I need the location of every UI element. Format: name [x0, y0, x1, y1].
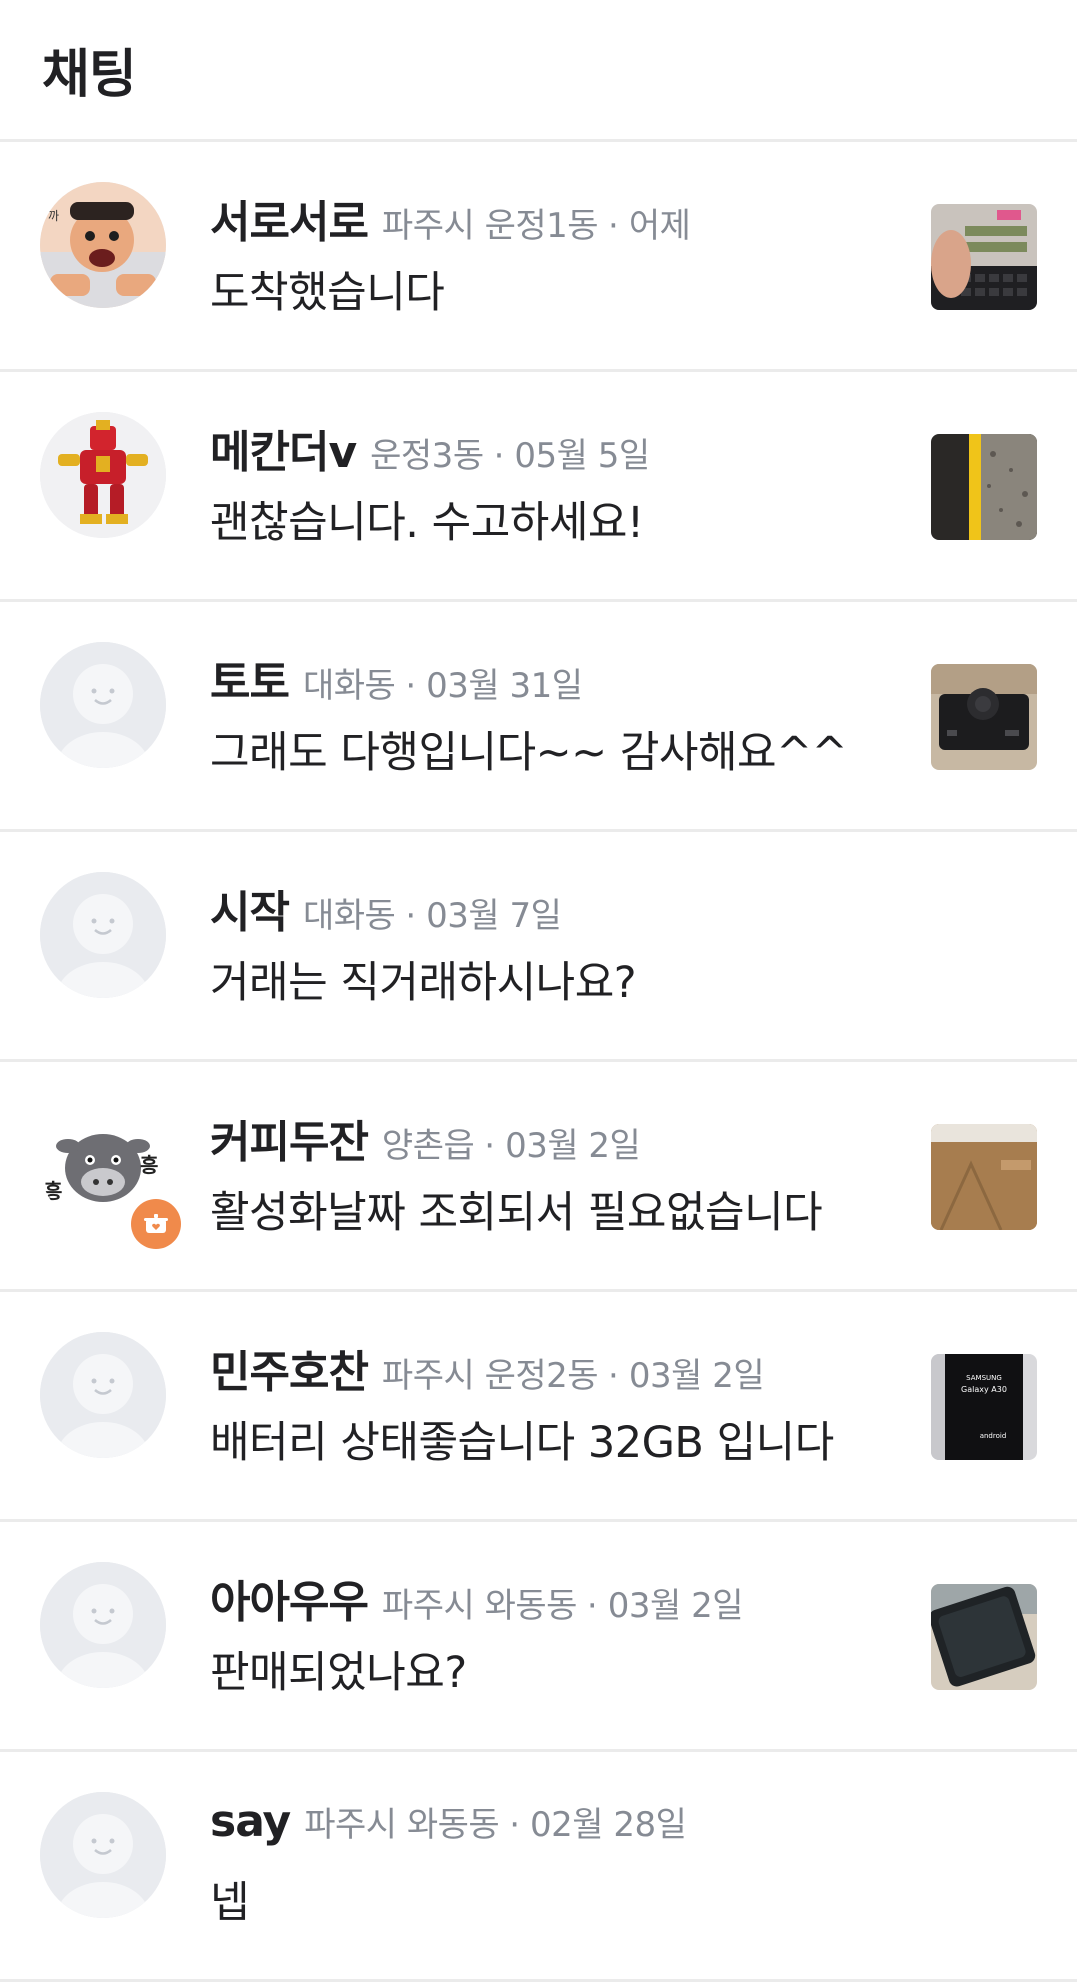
last-message: 그래도 다행입니다~~ 감사해요^^: [210, 728, 848, 778]
chat-row[interactable]: 토토 대화동 · 03월 31일 그래도 다행입니다~~ 감사해요^^: [0, 602, 1077, 832]
chat-row-text: 서로서로 파주시 운정1동 · 어제 도착했습니다: [210, 186, 877, 320]
separator-dot: ·: [484, 1126, 496, 1166]
location: 양촌읍: [381, 1126, 475, 1166]
last-message: 도착했습니다: [210, 268, 445, 318]
chat-row[interactable]: 아아우우 파주시 와동동 · 03월 2일 판매되었나요?: [0, 1522, 1077, 1752]
last-message: 넵: [210, 1878, 250, 1928]
last-message: 판매되었나요?: [210, 1648, 467, 1698]
robot-figure-avatar[interactable]: [40, 412, 166, 538]
timestamp: 03월 2일: [628, 1356, 765, 1396]
chat-row[interactable]: 흥 흥 커피두잔 양촌읍 · 03월 2일 활성화날짜 조회되서 필요없습니다: [0, 1062, 1077, 1292]
location: 운정3동: [370, 436, 484, 476]
svg-text:까: 까: [48, 209, 59, 223]
cardboard-box-photo[interactable]: [931, 1124, 1037, 1230]
location: 파주시 와동동: [304, 1805, 500, 1845]
chat-row-header: say 파주시 와동동 · 02월 28일: [210, 1796, 877, 1852]
last-message: 배터리 상태좋습니다 32GB 입니다: [210, 1418, 834, 1468]
separator-dot: ·: [493, 436, 505, 476]
chat-row-text: 커피두잔 양촌읍 · 03월 2일 활성화날짜 조회되서 필요없습니다: [210, 1106, 877, 1240]
timestamp: 02월 28일: [530, 1805, 687, 1845]
chat-row[interactable]: 시작 대화동 · 03월 7일 거래는 직거래하시나요?: [0, 832, 1077, 1062]
separator-dot: ·: [586, 1586, 598, 1626]
chat-row-text: say 파주시 와동동 · 02월 28일 넵: [210, 1796, 877, 1930]
chat-row-header: 아아우우 파주시 와동동 · 03월 2일: [210, 1566, 877, 1628]
default-avatar[interactable]: [40, 1332, 166, 1458]
chat-row-text: 토토 대화동 · 03월 31일 그래도 다행입니다~~ 감사해요^^: [210, 646, 877, 780]
separator-dot: ·: [405, 666, 417, 706]
location: 파주시 와동동: [381, 1586, 578, 1626]
samsung-galaxy-box-photo[interactable]: SAMSUNG Galaxy A30 android: [931, 1354, 1037, 1460]
chat-row[interactable]: 메칸더v 운정3동 · 05월 5일 괜찮습니다. 수고하세요!: [0, 372, 1077, 602]
chat-row-header: 토토 대화동 · 03월 31일: [210, 646, 877, 708]
chat-row-header: 커피두잔 양촌읍 · 03월 2일: [210, 1106, 877, 1168]
location: 파주시 운정2동: [381, 1356, 599, 1396]
nickname: 시작: [210, 887, 290, 938]
last-message: 거래는 직거래하시나요?: [210, 958, 637, 1008]
default-avatar[interactable]: [40, 642, 166, 768]
nickname: 서로서로: [210, 197, 369, 248]
box-brand-text: SAMSUNG: [966, 1374, 1002, 1382]
chat-list: 까 서로서로 파주시 운정1동 · 어제 도착했습니다 메칸더v 운정3동 · …: [0, 142, 1077, 1982]
chat-row-header: 민주호찬 파주시 운정2동 · 03월 2일: [210, 1336, 877, 1398]
nickname: 커피두잔: [210, 1117, 369, 1168]
chat-row[interactable]: say 파주시 와동동 · 02월 28일 넵: [0, 1752, 1077, 1982]
separator-dot: ·: [608, 1356, 619, 1396]
cartoon-man-avatar[interactable]: 까: [40, 182, 166, 308]
svg-text:흥: 흥: [44, 1179, 62, 1203]
chat-row-header: 시작 대화동 · 03월 7일: [210, 876, 877, 938]
nickname: 토토: [210, 657, 290, 708]
page-title: 채팅: [42, 45, 137, 105]
svg-text:흥: 흥: [140, 1153, 158, 1177]
timestamp: 03월 2일: [505, 1126, 641, 1166]
location: 파주시 운정1동: [381, 206, 599, 246]
last-message: 활성화날짜 조회되서 필요없습니다: [210, 1188, 823, 1238]
chat-row-text: 메칸더v 운정3동 · 05월 5일 괜찮습니다. 수고하세요!: [210, 416, 877, 550]
chat-row-header: 서로서로 파주시 운정1동 · 어제: [210, 186, 877, 248]
memory-module-photo[interactable]: [931, 204, 1037, 310]
nickname: 아아우우: [210, 1577, 369, 1628]
default-avatar[interactable]: [40, 1562, 166, 1688]
timestamp: 03월 31일: [426, 666, 583, 706]
last-message: 괜찮습니다. 수고하세요!: [210, 498, 644, 548]
separator-dot: ·: [405, 896, 417, 936]
chat-row-text: 시작 대화동 · 03월 7일 거래는 직거래하시나요?: [210, 876, 877, 1010]
default-avatar[interactable]: [40, 1792, 166, 1918]
box-os-text: android: [980, 1432, 1007, 1440]
badge: [127, 1195, 185, 1253]
chat-header: 채팅: [0, 0, 1077, 142]
location: 대화동: [302, 666, 396, 706]
timestamp: 03월 7일: [426, 896, 562, 936]
default-avatar[interactable]: [40, 872, 166, 998]
chat-row[interactable]: 까 서로서로 파주시 운정1동 · 어제 도착했습니다: [0, 142, 1077, 372]
location: 대화동: [302, 896, 396, 936]
chat-row-header: 메칸더v 운정3동 · 05월 5일: [210, 416, 877, 478]
yellow-rod-photo[interactable]: [931, 434, 1037, 540]
nickname: say: [210, 1796, 291, 1847]
orange-pot-badge: [131, 1199, 181, 1249]
black-device-photo[interactable]: [931, 664, 1037, 770]
chat-row-text: 아아우우 파주시 와동동 · 03월 2일 판매되었나요?: [210, 1566, 877, 1700]
timestamp: 05월 5일: [514, 436, 650, 476]
separator-dot: ·: [509, 1805, 521, 1845]
chat-row[interactable]: 민주호찬 파주시 운정2동 · 03월 2일 배터리 상태좋습니다 32GB 입…: [0, 1292, 1077, 1522]
chat-row-text: 민주호찬 파주시 운정2동 · 03월 2일 배터리 상태좋습니다 32GB 입…: [210, 1336, 877, 1470]
separator-dot: ·: [608, 206, 619, 246]
nickname: 메칸더v: [210, 427, 357, 478]
box-model-text: Galaxy A30: [961, 1385, 1007, 1394]
timestamp: 어제: [628, 206, 691, 246]
smartphone-photo[interactable]: [931, 1584, 1037, 1690]
timestamp: 03월 2일: [607, 1586, 744, 1626]
nickname: 민주호찬: [210, 1347, 369, 1398]
